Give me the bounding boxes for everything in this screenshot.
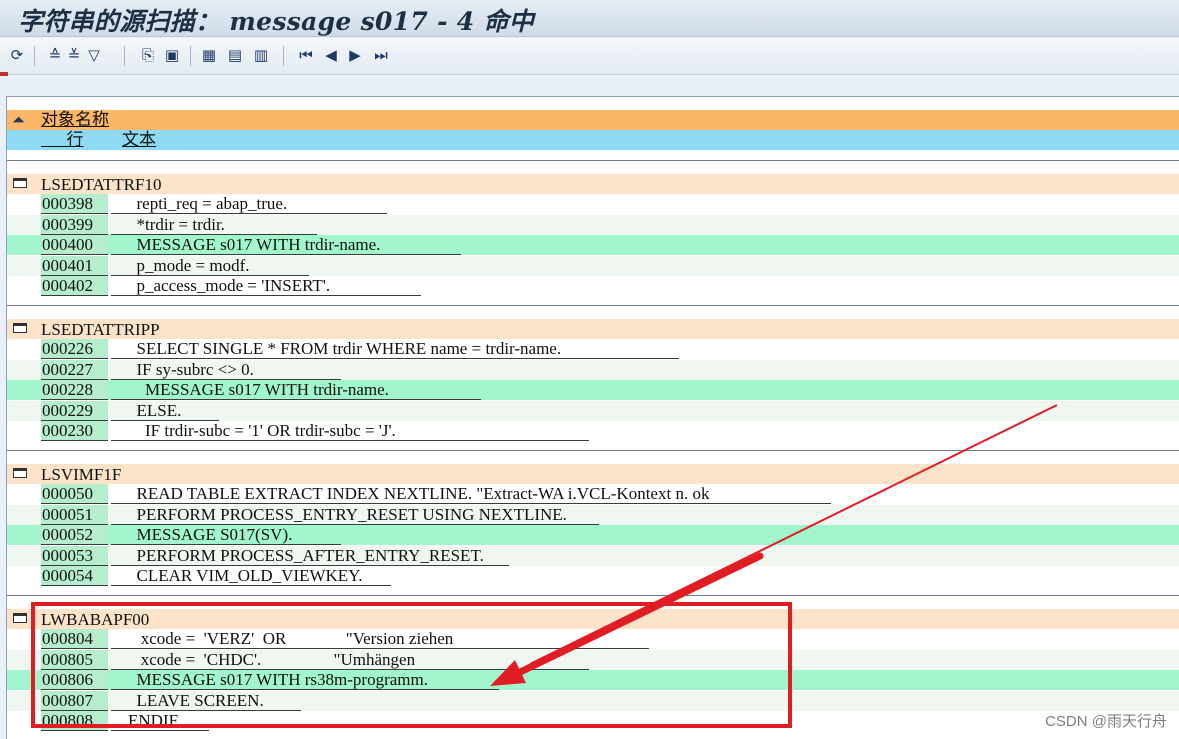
- annotation-arrow: [490, 404, 1058, 686]
- watermark: CSDN @雨天行舟: [1045, 713, 1167, 730]
